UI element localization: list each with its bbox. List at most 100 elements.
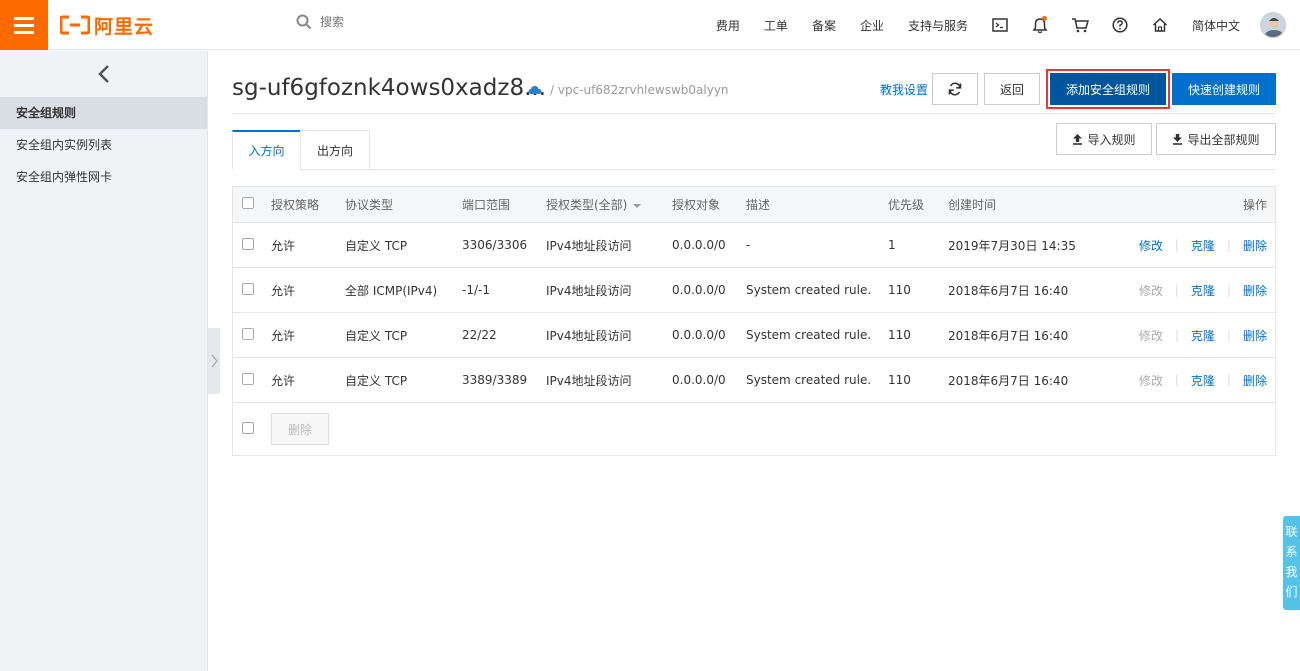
cell-description: System created rule. <box>746 283 872 297</box>
delete-link[interactable]: 删除 <box>1243 237 1267 254</box>
main-content: sg-uf6gfoznk4ows0xadz8... / vpc-uf682zrv… <box>232 51 1276 456</box>
col-auth-type-filter[interactable]: 授权类型(全部) <box>546 196 672 213</box>
sidebar-toggle[interactable] <box>208 328 220 394</box>
cell-policy: 允许 <box>271 283 296 298</box>
cell-priority: 110 <box>888 328 911 342</box>
sidebar-item-rules[interactable]: 安全组规则 <box>0 97 207 129</box>
bulk-delete-button[interactable]: 删除 <box>271 413 329 445</box>
import-rules-button[interactable]: 导入规则 <box>1056 123 1152 155</box>
avatar[interactable] <box>1260 12 1286 38</box>
cell-auth-type: IPv4地址段访问 <box>546 373 632 388</box>
cell-description: - <box>746 238 751 252</box>
chevron-right-icon <box>211 354 218 368</box>
header-actions: 教我设置 返回 添加安全组规则 快速创建规则 <box>880 69 1276 109</box>
row-checkbox[interactable] <box>242 372 254 385</box>
tab-inbound[interactable]: 入方向 <box>232 130 301 170</box>
chevron-left-icon <box>97 65 109 83</box>
cell-port: 22/22 <box>462 328 497 342</box>
tab-outbound[interactable]: 出方向 <box>300 130 370 170</box>
add-rule-button[interactable]: 添加安全组规则 <box>1050 73 1166 105</box>
teach-me-link[interactable]: 教我设置 <box>880 81 928 98</box>
col-auth-object: 授权对象 <box>672 198 721 212</box>
table-row: 允许 自定义 TCP 3389/3389 IPv4地址段访问 0.0.0.0/0… <box>233 358 1275 403</box>
cart-icon[interactable] <box>1060 0 1100 50</box>
table-footer: 删除 <box>233 403 1275 455</box>
aliyun-logo-icon <box>60 15 90 35</box>
hamburger-menu-icon[interactable] <box>0 0 48 50</box>
nav-enterprise[interactable]: 企业 <box>848 17 896 34</box>
delete-link[interactable]: 删除 <box>1243 372 1267 389</box>
contact-us-tab[interactable]: 联系我们 <box>1283 516 1300 610</box>
back-button[interactable]: 返回 <box>984 73 1040 105</box>
cell-auth-object: 0.0.0.0/0 <box>672 283 726 297</box>
cell-port: -1/-1 <box>462 283 490 297</box>
footer-select-all-checkbox[interactable] <box>242 421 254 434</box>
cell-created: 2018年6月7日 16:40 <box>948 283 1069 298</box>
import-rules-label: 导入规则 <box>1087 132 1136 147</box>
rules-table: 授权策略 协议类型 端口范围 授权类型(全部) 授权对象 描述 优先级 创建时间… <box>232 186 1276 456</box>
terminal-icon[interactable] <box>980 0 1020 50</box>
sidebar-item-eni[interactable]: 安全组内弹性网卡 <box>0 161 207 193</box>
clone-link[interactable]: 克隆 <box>1191 282 1215 299</box>
export-rules-button[interactable]: 导出全部规则 <box>1156 123 1276 155</box>
table-header: 授权策略 协议类型 端口范围 授权类型(全部) 授权对象 描述 优先级 创建时间… <box>233 187 1275 223</box>
nav-icp[interactable]: 备案 <box>800 17 848 34</box>
delete-link[interactable]: 删除 <box>1243 282 1267 299</box>
table-row: 允许 自定义 TCP 22/22 IPv4地址段访问 0.0.0.0/0 Sys… <box>233 313 1275 358</box>
table-row: 允许 自定义 TCP 3306/3306 IPv4地址段访问 0.0.0.0/0… <box>233 223 1275 268</box>
quick-create-button[interactable]: 快速创建规则 <box>1172 73 1276 105</box>
cell-policy: 允许 <box>271 373 296 388</box>
home-icon[interactable] <box>1140 0 1180 50</box>
help-icon[interactable] <box>1100 0 1140 50</box>
cell-created: 2019年7月30日 14:35 <box>948 238 1076 253</box>
cell-created: 2018年6月7日 16:40 <box>948 328 1069 343</box>
export-rules-label: 导出全部规则 <box>1187 132 1260 147</box>
select-all-checkbox[interactable] <box>242 197 254 209</box>
logo-text: 阿里云 <box>94 15 155 38</box>
cell-port: 3306/3306 <box>462 238 528 252</box>
global-search[interactable] <box>296 14 520 30</box>
row-checkbox[interactable] <box>242 237 254 250</box>
cell-priority: 110 <box>888 283 911 297</box>
col-priority: 优先级 <box>888 198 925 212</box>
aliyun-logo[interactable]: 阿里云 <box>60 12 154 38</box>
delete-link[interactable]: 删除 <box>1243 327 1267 344</box>
col-auth-type: 授权类型(全部) <box>546 198 628 212</box>
clone-link[interactable]: 克隆 <box>1191 372 1215 389</box>
clone-link[interactable]: 克隆 <box>1191 327 1215 344</box>
refresh-button[interactable] <box>932 73 978 105</box>
cell-description: System created rule. <box>746 373 872 387</box>
col-created: 创建时间 <box>948 198 997 212</box>
cloud-icon <box>528 86 542 94</box>
cell-auth-type: IPv4地址段访问 <box>546 238 632 253</box>
vpc-breadcrumb[interactable]: / vpc-uf682zrvhlewswb0alyyn <box>550 83 729 97</box>
edit-link[interactable]: 修改 <box>1139 237 1163 254</box>
cell-port: 3389/3389 <box>462 373 528 387</box>
bell-icon[interactable] <box>1020 0 1060 50</box>
highlight-frame: 添加安全组规则 <box>1046 69 1170 109</box>
cell-priority: 1 <box>888 238 896 252</box>
tab-actions: 导入规则 导出全部规则 <box>1056 123 1276 155</box>
refresh-icon <box>948 82 962 96</box>
row-checkbox[interactable] <box>242 282 254 295</box>
nav-support[interactable]: 支持与服务 <box>896 17 980 34</box>
page-header: sg-uf6gfoznk4ows0xadz8... / vpc-uf682zrv… <box>232 51 1276 114</box>
language-switch[interactable]: 简体中文 <box>1180 17 1252 34</box>
cell-priority: 110 <box>888 373 911 387</box>
row-checkbox[interactable] <box>242 327 254 340</box>
nav-billing[interactable]: 费用 <box>704 17 752 34</box>
contact-us-label: 联系我们 <box>1285 525 1298 599</box>
clone-link[interactable]: 克隆 <box>1191 237 1215 254</box>
col-port: 端口范围 <box>462 198 511 212</box>
cell-auth-object: 0.0.0.0/0 <box>672 328 726 342</box>
nav-tickets[interactable]: 工单 <box>752 17 800 34</box>
top-nav: 费用 工单 备案 企业 支持与服务 简体中文 <box>704 0 1286 50</box>
edit-link-disabled: 修改 <box>1138 328 1163 343</box>
cell-auth-object: 0.0.0.0/0 <box>672 238 726 252</box>
sidebar-item-instances[interactable]: 安全组内实例列表 <box>0 129 207 161</box>
cell-auth-type: IPv4地址段访问 <box>546 328 632 343</box>
search-input[interactable] <box>320 15 520 29</box>
cell-auth-type: IPv4地址段访问 <box>546 283 632 298</box>
cell-protocol: 自定义 TCP <box>345 238 408 253</box>
sidebar-back-button[interactable] <box>0 51 207 97</box>
